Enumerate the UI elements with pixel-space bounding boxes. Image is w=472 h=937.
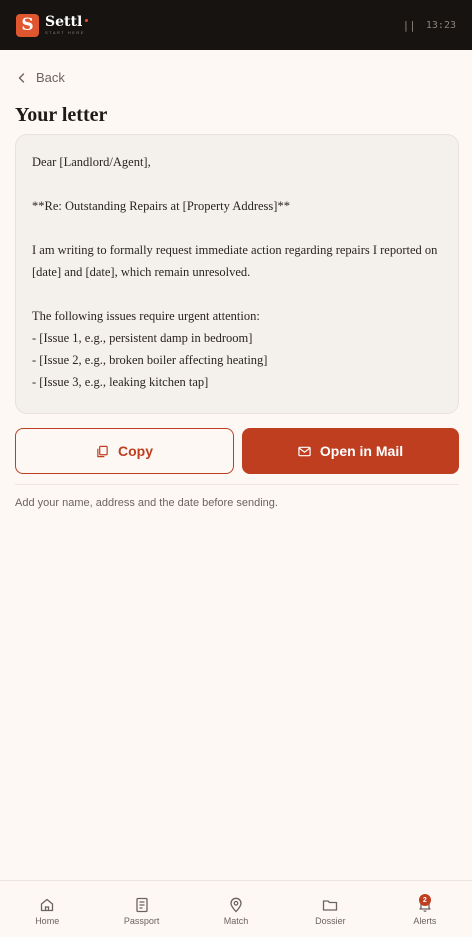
signal-icon: || — [402, 18, 416, 32]
nav-home[interactable]: Home — [0, 881, 94, 937]
mail-label: Open in Mail — [319, 443, 404, 459]
logo-dot — [85, 18, 89, 22]
nav-passport[interactable]: Passport — [94, 881, 188, 937]
status-time: 13:23 — [425, 19, 456, 31]
back-button[interactable]: Back — [16, 70, 65, 85]
nav-match-label: Match — [223, 916, 249, 926]
bottom-nav: Home Passport Match Dossier 2 Alerts — [0, 880, 472, 937]
letter-preview: Dear [Landlord/Agent], **Re: Outstanding… — [15, 134, 459, 414]
nav-passport-label: Passport — [123, 916, 160, 926]
nav-match[interactable]: Match — [189, 881, 283, 937]
status-bar: S Settl START HERE || 13:23 — [0, 0, 472, 50]
app-name: Settl — [45, 14, 83, 30]
folder-icon — [323, 900, 338, 911]
copy-button[interactable]: Copy — [15, 428, 234, 474]
home-icon — [41, 898, 54, 912]
hint-text: Add your name, address and the date befo… — [15, 497, 278, 509]
page-title: Your letter — [15, 104, 108, 126]
copy-icon — [97, 445, 108, 457]
nav-alerts[interactable]: 2 Alerts — [378, 881, 472, 937]
nav-alerts-label: Alerts — [413, 916, 437, 926]
divider — [15, 484, 459, 485]
passport-icon — [135, 897, 148, 913]
copy-label: Copy — [118, 443, 153, 459]
alerts-badge: 2 — [418, 894, 431, 906]
location-pin-icon — [230, 897, 242, 913]
open-in-mail-button[interactable]: Open in Mail — [242, 428, 459, 474]
nav-dossier[interactable]: Dossier — [283, 881, 377, 937]
logo: Settl START HERE — [45, 14, 89, 35]
back-label: Back — [36, 70, 65, 85]
logo-icon: S — [16, 13, 39, 37]
nav-dossier-label: Dossier — [315, 916, 346, 926]
status-right: || 13:23 — [403, 19, 456, 32]
logo-tagline: START HERE — [45, 30, 85, 35]
nav-home-label: Home — [35, 916, 60, 926]
logo-name: Settl — [45, 14, 89, 30]
chevron-left-icon — [18, 72, 25, 83]
mail-icon — [298, 446, 311, 456]
